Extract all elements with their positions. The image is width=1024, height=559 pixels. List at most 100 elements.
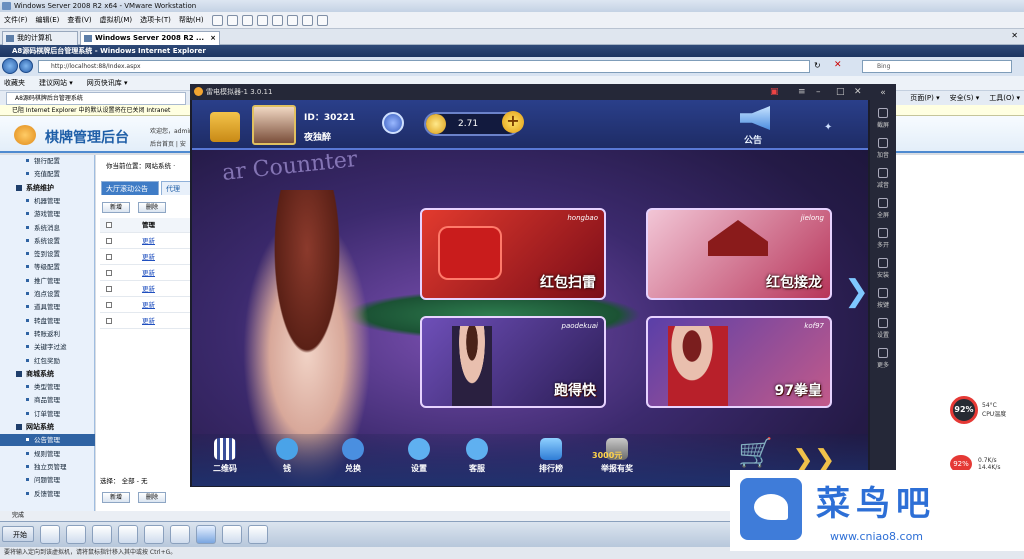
sidebar-item[interactable]: 问题管理 xyxy=(0,474,95,486)
search-input[interactable]: Bing xyxy=(862,60,1012,73)
emulator-tool-3[interactable]: 全屏 xyxy=(870,198,896,219)
explorer-icon[interactable] xyxy=(92,525,112,544)
sidebar-item[interactable]: 泡点设置 xyxy=(0,288,95,300)
menu-help[interactable]: 帮助(H) xyxy=(175,12,208,29)
maximize-icon[interactable]: □ xyxy=(836,84,845,100)
row-checkbox[interactable] xyxy=(106,318,112,324)
sidebar-group[interactable]: 商城系统 xyxy=(0,368,95,380)
room-hongbao-saolei[interactable]: hongbao 红包扫雷 xyxy=(420,208,606,300)
sidebar-item[interactable]: 规则管理 xyxy=(0,448,95,460)
close-tab-icon[interactable]: × xyxy=(210,32,216,45)
emulator-tool-7[interactable]: 设置 xyxy=(870,318,896,339)
emulator-tool-0[interactable]: 截屏 xyxy=(870,108,896,129)
sidebar-item[interactable]: 类型管理 xyxy=(0,381,95,393)
delete-button[interactable]: 删除 xyxy=(138,202,166,213)
emulator-tool-2[interactable]: 减音 xyxy=(870,168,896,189)
web-slice-link[interactable]: 网页快讯库 ▾ xyxy=(87,79,128,87)
favorites-button[interactable]: 收藏夹 xyxy=(4,79,25,87)
emulator-tool-6[interactable]: 按键 xyxy=(870,288,896,309)
update-link[interactable]: 更新 xyxy=(142,282,155,297)
menu-file[interactable]: 文件(F) xyxy=(0,12,32,29)
sidebar-item[interactable]: 系统设置 xyxy=(0,235,95,247)
tab-windows-server[interactable]: Windows Server 2008 R2 ... × xyxy=(80,31,220,45)
update-link[interactable]: 更新 xyxy=(142,314,155,329)
sidebar-group[interactable]: 网站系统 xyxy=(0,421,95,433)
sidebar-item[interactable]: 转账返利 xyxy=(0,328,95,340)
revert-icon[interactable] xyxy=(241,15,253,26)
sidebar-item[interactable]: 道具管理 xyxy=(0,301,95,313)
sidebar-item[interactable]: 等级配置 xyxy=(0,261,95,273)
nav-exchange[interactable]: 兑换 xyxy=(328,438,378,474)
update-link[interactable]: 更新 xyxy=(142,250,155,265)
sidebar-item[interactable]: 充值配置 xyxy=(0,168,95,180)
menu-icon[interactable]: ≡ xyxy=(798,84,806,100)
menu-vm[interactable]: 虚拟机(M) xyxy=(96,12,137,29)
manage-snapshots-icon[interactable] xyxy=(256,15,268,26)
sidebar-item[interactable]: 转盘管理 xyxy=(0,315,95,327)
grid-app-icon[interactable] xyxy=(248,525,268,544)
sidebar-item[interactable]: 红包奖励 xyxy=(0,355,95,367)
home-link[interactable]: 后台首页 | 安 xyxy=(150,139,186,148)
menu-view[interactable]: 查看(V) xyxy=(63,12,95,29)
emulator-tool-5[interactable]: 安装 xyxy=(870,258,896,279)
internet-explorer-icon[interactable] xyxy=(196,525,216,544)
room-kof97[interactable]: kof97 97拳皇 xyxy=(646,316,832,408)
row-checkbox[interactable] xyxy=(106,238,112,244)
close-icon[interactable]: ✕ xyxy=(1011,31,1018,40)
close-icon[interactable]: ✕ xyxy=(854,84,862,100)
select-all-checkbox[interactable] xyxy=(106,222,112,228)
powershell-icon[interactable] xyxy=(66,525,86,544)
emulator-tool-1[interactable]: 加音 xyxy=(870,138,896,159)
avatar[interactable] xyxy=(252,105,296,145)
new-button-bottom[interactable]: 新增 xyxy=(102,492,130,503)
emulator-tool-8[interactable]: 更多 xyxy=(870,348,896,369)
menu-edit[interactable]: 编辑(E) xyxy=(32,12,64,29)
sidebar-item[interactable]: 公告管理 xyxy=(0,434,95,447)
delete-button-bottom[interactable]: 删除 xyxy=(138,492,166,503)
page-menu[interactable]: 页面(P) ▾ xyxy=(910,94,939,102)
sidebar-group[interactable]: 系统维护 xyxy=(0,182,95,194)
collapse-icon[interactable]: « xyxy=(870,88,896,98)
tools-menu[interactable]: 工具(O) ▾ xyxy=(989,94,1020,102)
suggested-sites-link[interactable]: 建议网站 ▾ xyxy=(39,79,73,87)
update-link[interactable]: 更新 xyxy=(142,266,155,281)
sidebar-item[interactable]: 签到设置 xyxy=(0,248,95,260)
add-coins-button[interactable]: + xyxy=(502,111,524,133)
network-icon[interactable] xyxy=(170,525,190,544)
nav-settings[interactable]: 设置 xyxy=(394,438,444,474)
announcement-label[interactable]: 公告 xyxy=(744,133,762,146)
safety-menu[interactable]: 安全(S) ▾ xyxy=(950,94,980,102)
pause-icon[interactable] xyxy=(211,15,223,26)
next-page-icon[interactable]: ❯ xyxy=(844,272,868,312)
sidebar-item[interactable]: 系统消息 xyxy=(0,222,95,234)
tools-icon[interactable] xyxy=(144,525,164,544)
tab-agent[interactable]: 代理 xyxy=(161,181,193,195)
thumbnail-icon[interactable] xyxy=(316,15,328,26)
update-link[interactable]: 更新 xyxy=(142,298,155,313)
room-paodekuai[interactable]: paodekuai 跑得快 xyxy=(420,316,606,408)
exit-door-icon[interactable] xyxy=(210,112,240,142)
nav-leaderboard[interactable]: 排行榜 xyxy=(526,438,576,474)
ie-tab[interactable]: A8源码棋牌后台管理系统 xyxy=(6,92,186,105)
room-hongbao-jielong[interactable]: jielong 红包接龙 xyxy=(646,208,832,300)
nav-customer-service[interactable]: 客服 xyxy=(452,438,502,474)
sidebar-item[interactable]: 游戏管理 xyxy=(0,208,95,220)
sidebar-item[interactable]: 银行配置 xyxy=(0,155,95,167)
server-manager-icon[interactable] xyxy=(40,525,60,544)
app-icon[interactable] xyxy=(222,525,242,544)
emulator-tool-4[interactable]: 多开 xyxy=(870,228,896,249)
back-icon[interactable] xyxy=(2,58,18,74)
unity-icon[interactable] xyxy=(286,15,298,26)
tab-my-computer[interactable]: 我的计算机 xyxy=(2,31,78,45)
start-button[interactable]: 开始 xyxy=(2,526,34,542)
sidebar-item[interactable]: 独立页管理 xyxy=(0,461,95,473)
sidebar-item[interactable]: 机器管理 xyxy=(0,195,95,207)
refresh-icon[interactable]: ↻ xyxy=(814,61,821,70)
sidebar-item[interactable]: 关键字过滤 xyxy=(0,341,95,353)
forward-icon[interactable] xyxy=(19,59,33,73)
new-button[interactable]: 新增 xyxy=(102,202,130,213)
sidebar-item[interactable]: 订单管理 xyxy=(0,408,95,420)
nav-bank[interactable]: 钱 xyxy=(262,438,312,474)
sidebar-item[interactable]: 商品管理 xyxy=(0,394,95,406)
snapshot-icon[interactable] xyxy=(226,15,238,26)
